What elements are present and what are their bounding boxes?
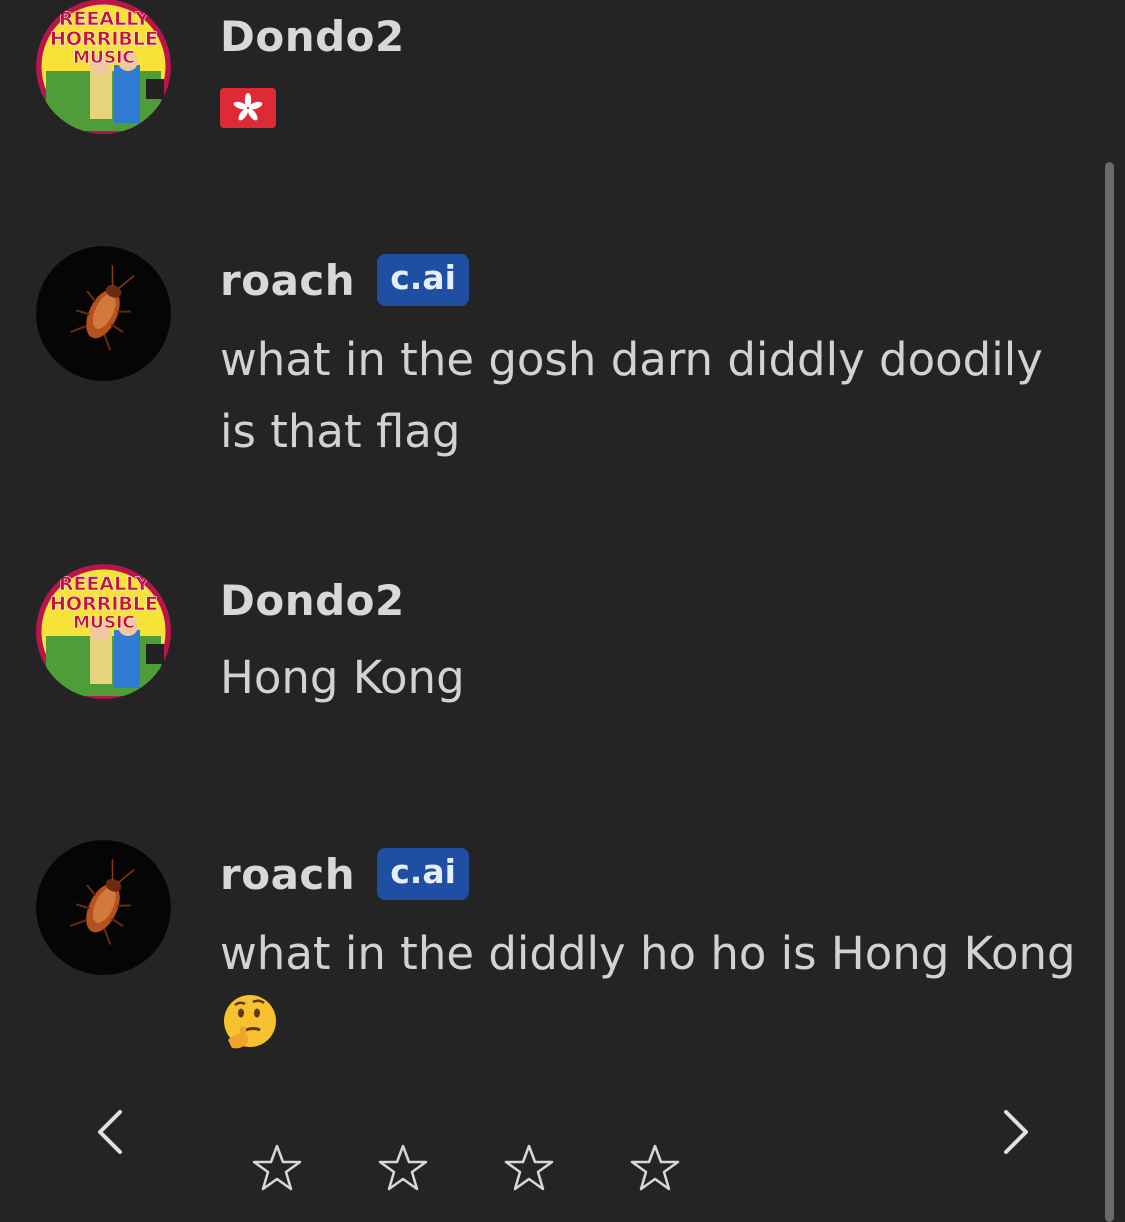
author-row: roach c.ai <box>220 252 1080 308</box>
avatar-text-line: HORRIBLE <box>50 593 158 615</box>
message-content: roach c.ai what in the gosh darn diddly … <box>220 252 1080 468</box>
rating-star[interactable] <box>376 1138 502 1198</box>
author-name[interactable]: Dondo2 <box>220 12 405 61</box>
author-row: Dondo2 <box>220 8 1080 64</box>
avatar[interactable] <box>36 840 171 975</box>
message-content: roach c.ai what in the diddly ho ho is H… <box>220 846 1080 1052</box>
chevron-right-icon[interactable] <box>994 1104 1034 1160</box>
author-row: Dondo2 <box>220 572 1080 628</box>
message-content: Dondo2 Hong Kong <box>220 572 1080 714</box>
avatar-text-line: MUSIC <box>73 613 135 633</box>
message-text: what in the diddly ho ho is Hong Kong <box>220 927 1076 980</box>
avatar[interactable] <box>36 246 171 381</box>
message-content: Dondo2 <box>220 8 1080 148</box>
ai-badge: c.ai <box>377 848 469 900</box>
message-emoji <box>220 992 1080 1052</box>
message-text: Hong Kong <box>220 651 465 704</box>
avatar[interactable]: REEALLY HORRIBLE MUSIC <box>36 0 171 134</box>
avatar-text-line: MUSIC <box>73 48 135 68</box>
avatar[interactable]: REEALLY HORRIBLE MUSIC <box>36 564 171 699</box>
avatar-text-line: REEALLY <box>59 573 150 595</box>
avatar-text-line: REEALLY <box>59 8 150 30</box>
thinking-face-icon <box>224 995 276 1049</box>
hong-kong-flag-icon <box>220 88 276 128</box>
rating-star[interactable] <box>628 1138 754 1198</box>
star-outline-icon <box>504 1144 554 1191</box>
author-row: roach c.ai <box>220 846 1080 902</box>
rating-stars <box>250 1138 754 1198</box>
chat-thread: REEALLY HORRIBLE MUSIC Dondo2 roach c.ai… <box>0 0 1105 1206</box>
rating-star[interactable] <box>250 1138 376 1198</box>
message-body <box>220 88 1080 148</box>
star-outline-icon <box>378 1144 428 1191</box>
author-name[interactable]: roach <box>220 256 355 305</box>
message-text: what in the gosh darn diddly doodily is … <box>220 333 1043 458</box>
author-name[interactable]: Dondo2 <box>220 576 405 625</box>
avatar-text-line: HORRIBLE <box>50 28 158 50</box>
chevron-left-icon[interactable] <box>92 1104 132 1160</box>
scrollbar[interactable] <box>1105 162 1114 1222</box>
star-outline-icon <box>630 1144 680 1191</box>
author-name[interactable]: roach <box>220 850 355 899</box>
star-outline-icon <box>252 1144 302 1191</box>
rating-star[interactable] <box>502 1138 628 1198</box>
ai-badge: c.ai <box>377 254 469 306</box>
